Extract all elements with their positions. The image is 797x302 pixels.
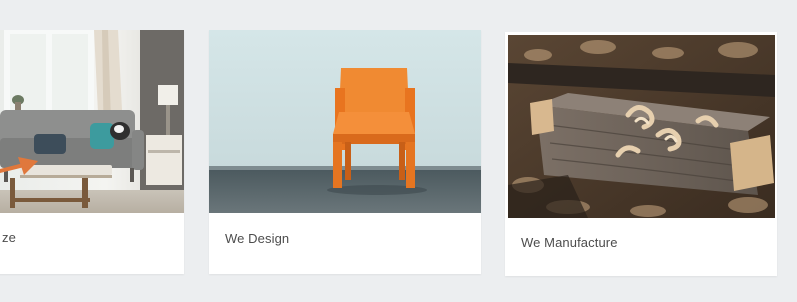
services-strip: ze We Design We Manufacture	[0, 0, 797, 302]
wood-shavings-workbench-photo	[508, 35, 775, 218]
service-card-we-manufacture[interactable]: We Manufacture	[505, 32, 777, 276]
service-card-label: We Manufacture	[521, 235, 618, 250]
living-room-sofa-photo	[0, 30, 184, 213]
service-card-label: We Design	[225, 231, 290, 246]
orange-chair-photo	[209, 30, 481, 213]
service-card-ize[interactable]: ze	[0, 30, 184, 274]
arrow-right-icon	[0, 157, 38, 175]
service-card-we-design[interactable]: We Design	[209, 30, 481, 274]
service-card-label: ze	[2, 230, 16, 245]
